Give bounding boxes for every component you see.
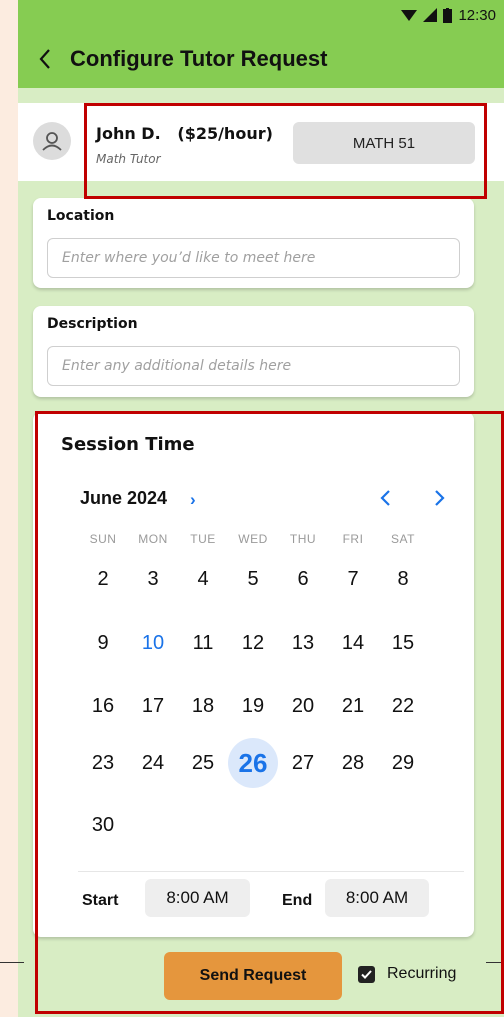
calendar-day[interactable]: 29	[378, 743, 428, 783]
calendar-day[interactable]: 16	[78, 686, 128, 726]
calendar-day[interactable]: 11	[178, 623, 228, 663]
checkmark-icon	[361, 969, 372, 979]
calendar-day[interactable]: 17	[128, 686, 178, 726]
calendar-day[interactable]: 23	[78, 743, 128, 783]
weekday-label: SUN	[89, 532, 117, 546]
weekday-label: SAT	[391, 532, 415, 546]
tutor-role: Math Tutor	[96, 152, 161, 166]
chevron-right-icon	[435, 490, 445, 506]
weekday-label: WED	[238, 532, 268, 546]
calendar-day[interactable]: 15	[378, 623, 428, 663]
calendar-day[interactable]: 4	[178, 559, 228, 599]
status-bar: 12:30	[18, 0, 504, 30]
weekday-label: MON	[138, 532, 168, 546]
month-label[interactable]: June 2024	[80, 488, 167, 509]
location-input[interactable]	[47, 238, 460, 278]
status-icons: 12:30	[401, 6, 496, 24]
avatar	[33, 122, 71, 160]
recurring-label: Recurring	[387, 965, 457, 982]
calendar-day[interactable]: 6	[278, 559, 328, 599]
weekday-label: FRI	[342, 532, 364, 546]
signal-icon	[423, 8, 438, 22]
back-button[interactable]	[24, 30, 66, 88]
calendar-day[interactable]: 2	[78, 559, 128, 599]
tutor-name-line: John D. ($25/hour)	[96, 124, 273, 143]
tutor-rate: ($25/hour)	[177, 124, 273, 143]
weekday-label: THU	[289, 532, 317, 546]
calendar-day[interactable]: 20	[278, 686, 328, 726]
calendar-day[interactable]: 13	[278, 623, 328, 663]
calendar-day[interactable]: 8	[378, 559, 428, 599]
recurring-checkbox[interactable]	[358, 965, 375, 983]
calendar-day[interactable]: 18	[178, 686, 228, 726]
calendar-day[interactable]: 30	[78, 805, 128, 845]
prev-month-button[interactable]	[372, 484, 398, 512]
calendar-day[interactable]: 12	[228, 623, 278, 663]
month-chevron-icon[interactable]: ›	[190, 490, 196, 510]
calendar-day[interactable]: 3	[128, 559, 178, 599]
weekday-label: TUE	[190, 532, 216, 546]
location-card: Location	[33, 198, 474, 288]
description-label: Description	[47, 316, 138, 332]
divider	[78, 871, 464, 872]
course-badge[interactable]: MATH 51	[293, 122, 475, 164]
calendar-day[interactable]: 14	[328, 623, 378, 663]
location-label: Location	[47, 208, 115, 224]
calendar-day[interactable]: 7	[328, 559, 378, 599]
app-bar: Configure Tutor Request	[18, 30, 504, 88]
calendar-day[interactable]: 19	[228, 686, 278, 726]
calendar-day[interactable]: 27	[278, 743, 328, 783]
calendar-day[interactable]: 21	[328, 686, 378, 726]
divider	[0, 962, 24, 963]
send-request-button[interactable]: Send Request	[164, 952, 342, 1000]
divider	[486, 962, 504, 963]
session-time-card: Session Time June 2024 › Start 8:00 AM E…	[33, 412, 474, 937]
chevron-left-icon	[380, 490, 390, 506]
description-card: Description	[33, 306, 474, 397]
calendar-day[interactable]: 10	[128, 623, 178, 663]
battery-icon	[443, 7, 453, 23]
phone-screen: 12:30 Configure Tutor Request John D. ($…	[18, 0, 504, 1017]
description-input[interactable]	[47, 346, 460, 386]
start-label: Start	[82, 892, 119, 909]
person-icon	[42, 132, 62, 151]
calendar-day[interactable]: 9	[78, 623, 128, 663]
calendar-day[interactable]: 22	[378, 686, 428, 726]
end-label: End	[282, 892, 313, 909]
calendar-day[interactable]: 24	[128, 743, 178, 783]
tutor-card: John D. ($25/hour) Math Tutor MATH 51	[18, 103, 504, 181]
session-title: Session Time	[61, 434, 195, 455]
end-time-picker[interactable]: 8:00 AM	[325, 879, 429, 917]
calendar-day[interactable]: 26	[228, 738, 278, 788]
page-title: Configure Tutor Request	[70, 46, 328, 71]
start-time-picker[interactable]: 8:00 AM	[145, 879, 250, 917]
tutor-name: John D.	[96, 124, 161, 143]
recurring-toggle[interactable]: Recurring	[358, 965, 456, 983]
calendar-day[interactable]: 25	[178, 743, 228, 783]
status-time: 12:30	[458, 6, 496, 24]
chevron-left-icon	[39, 49, 50, 69]
calendar-day[interactable]: 5	[228, 559, 278, 599]
wifi-icon	[401, 10, 418, 21]
next-month-button[interactable]	[427, 484, 453, 512]
calendar-day[interactable]: 28	[328, 743, 378, 783]
